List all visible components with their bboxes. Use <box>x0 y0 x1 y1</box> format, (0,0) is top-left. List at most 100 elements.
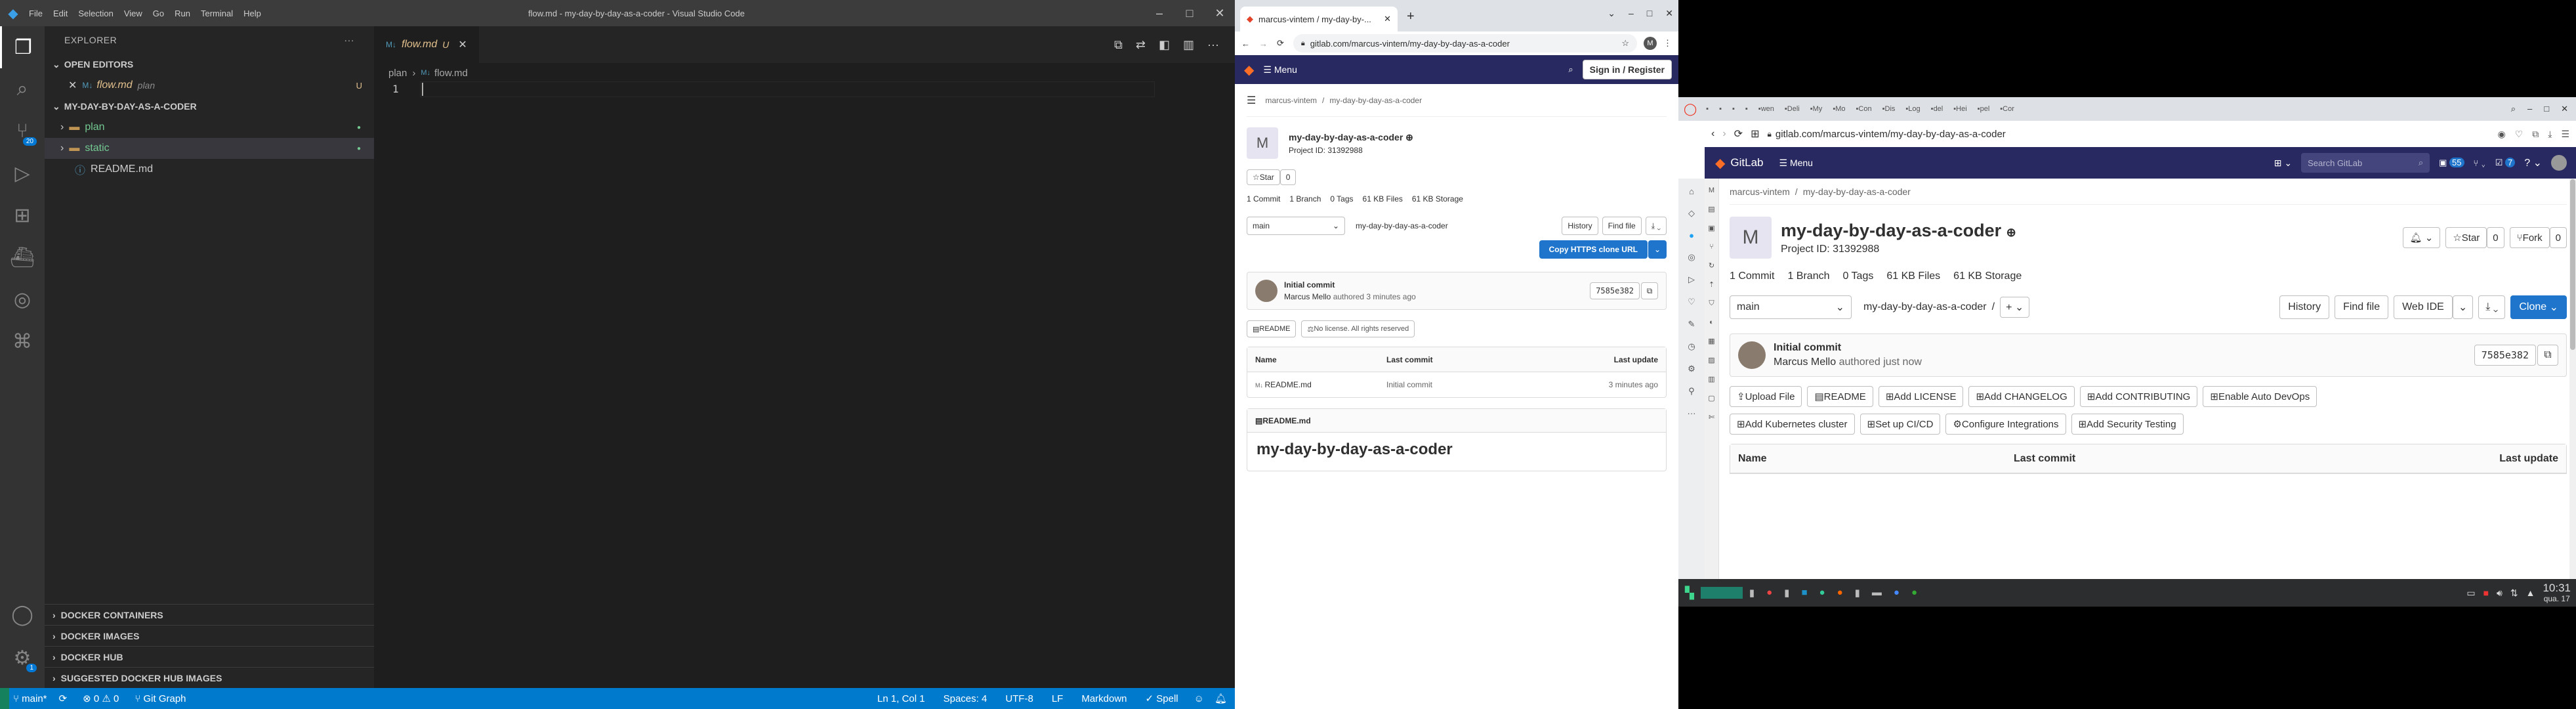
open-changes-icon[interactable]: ◧ <box>1159 38 1170 52</box>
copy-clone-url-button[interactable]: Copy HTTPS clone URL <box>1539 240 1648 259</box>
signin-button[interactable]: Sign in / Register <box>1582 60 1672 79</box>
folder-section[interactable]: ⌄ MY-DAY-BY-DAY-AS-A-CODER <box>45 96 374 117</box>
gitlab-logo-icon[interactable]: ◆ <box>1715 155 1725 171</box>
search-icon[interactable]: ⌕ <box>0 68 45 110</box>
stat-branches[interactable]: 1 Branch <box>1787 270 1829 282</box>
star-count[interactable]: 0 <box>2487 227 2504 248</box>
help-icon[interactable]: ? ⌄ <box>2524 156 2542 169</box>
merge-request-icon[interactable]: ⑂ <box>1709 243 1714 251</box>
browser-tab[interactable]: ▪Dis <box>1879 105 1900 113</box>
menu-run[interactable]: Run <box>175 9 190 18</box>
breadcrumb-item[interactable]: my-day-by-day-as-a-coder <box>1803 186 1911 197</box>
menu-go[interactable]: Go <box>153 9 164 18</box>
stat-commits[interactable]: 1 Commit <box>1247 194 1280 204</box>
camera-icon[interactable]: ◉ <box>2497 129 2505 140</box>
app-icon[interactable]: ▮ <box>1855 587 1860 599</box>
security-icon[interactable]: ⛉ <box>1709 299 1714 308</box>
browser-tab[interactable]: ▪ <box>1702 105 1713 113</box>
menu-button[interactable]: ☰ Menu <box>1779 158 1812 169</box>
twitter-icon[interactable]: ● <box>1689 230 1694 240</box>
browser-tab[interactable]: ▪Deli <box>1781 105 1804 113</box>
docker-icon[interactable]: ⛴ <box>0 236 45 278</box>
stat-tags[interactable]: 0 Tags <box>1843 270 1874 282</box>
star-button[interactable]: ☆ Star <box>2445 227 2487 248</box>
menu-help[interactable]: Help <box>243 9 261 18</box>
browser-tab[interactable]: ▪ <box>1728 105 1739 113</box>
gitlab-logo-icon[interactable]: ◆ <box>1244 62 1254 78</box>
add-contributing-button[interactable]: ⊞ Add CONTRIBUTING <box>2079 386 2198 407</box>
source-control-icon[interactable]: ⑂ 20 <box>0 110 45 152</box>
tree-item-static[interactable]: › ▬ static ● <box>45 138 374 159</box>
app-icon[interactable]: ● <box>1766 587 1772 599</box>
player-icon[interactable]: ▷ <box>1688 274 1695 285</box>
clock[interactable]: 10:31 qua. 17 <box>2543 582 2571 603</box>
tree-item-readme[interactable]: ⓘ README.md <box>45 159 374 180</box>
add-security-testing-button[interactable]: ⊞ Add Security Testing <box>2071 414 2184 435</box>
bookmark-star-icon[interactable]: ☆ <box>1621 38 1629 49</box>
commit-sha[interactable]: 7585e382 <box>1590 282 1640 299</box>
extensions-icon[interactable]: ⊞ <box>0 194 45 236</box>
heart-icon[interactable]: ♡ <box>1688 297 1695 307</box>
analytics-icon[interactable]: ▥ <box>1708 375 1714 383</box>
deployments-icon[interactable]: ⇡ <box>1709 280 1714 289</box>
close-tab-icon[interactable]: ✕ <box>1384 14 1391 24</box>
back-icon[interactable]: ← <box>1241 39 1250 49</box>
crypto-icon[interactable]: ◎ <box>1688 252 1695 263</box>
minimize-icon[interactable]: – <box>1144 0 1174 26</box>
tab-search-icon[interactable]: ⌄ <box>1608 8 1615 19</box>
web-ide-button[interactable]: Web IDE <box>2394 295 2453 319</box>
breadcrumb-item[interactable]: flow.md <box>434 68 468 79</box>
spell-check[interactable]: ✓ Spell <box>1146 693 1178 704</box>
close-editor-icon[interactable]: ✕ <box>68 79 77 92</box>
issues-icon[interactable]: ▣ <box>1708 224 1714 232</box>
speed-dial-icon[interactable]: ⊞ <box>1751 127 1759 140</box>
clone-dropdown-button[interactable]: ⌄ <box>1648 240 1667 259</box>
close-icon[interactable]: ✕ <box>1665 8 1673 19</box>
menu-view[interactable]: View <box>124 9 142 18</box>
commit-sha[interactable]: 7585e382 <box>2474 345 2536 366</box>
stat-files[interactable]: 61 KB Files <box>1363 194 1403 204</box>
browser-tab[interactable]: ▪Mo <box>1829 105 1849 113</box>
commit-title[interactable]: Initial commit <box>1774 342 1922 354</box>
remote-indicator-icon[interactable] <box>0 688 9 709</box>
network-icon[interactable]: ⇅ <box>2510 588 2518 599</box>
maximize-icon[interactable]: □ <box>1647 8 1652 19</box>
stat-tags[interactable]: 0 Tags <box>1330 194 1353 204</box>
split-editor-icon[interactable]: ▥ <box>1183 38 1194 52</box>
download-button[interactable]: ⤓ ⌄ <box>1645 217 1667 235</box>
add-changelog-button[interactable]: ⊞ Add CHANGELOG <box>1968 386 2075 407</box>
stat-files[interactable]: 61 KB Files <box>1886 270 1940 282</box>
more-actions-icon[interactable]: ··· <box>1207 38 1219 52</box>
feedback-icon[interactable]: ☺ <box>1194 693 1204 704</box>
profile-avatar[interactable]: M <box>1644 37 1657 50</box>
accounts-icon[interactable]: ◯ <box>0 593 45 635</box>
user-avatar[interactable] <box>2551 155 2567 171</box>
notifications-icon[interactable]: 🔔︎ <box>1215 693 1227 704</box>
breadcrumb-item[interactable]: marcus-vintem <box>1730 186 1790 197</box>
browser-tab[interactable]: ▪Log <box>1901 105 1924 113</box>
sidebar-toggle-icon[interactable]: ☰ <box>1247 94 1256 107</box>
settings-icon[interactable]: ⚙ <box>1688 364 1695 374</box>
menu-file[interactable]: File <box>29 9 43 18</box>
sync-icon[interactable]: ⟳ <box>59 693 68 704</box>
browser-tab[interactable]: ▪Con <box>1852 105 1876 113</box>
app-icon[interactable]: ● <box>1894 587 1900 599</box>
lightbulb-icon[interactable]: ⚲ <box>1688 386 1695 397</box>
issues-button[interactable]: ▣ 55 <box>2439 158 2464 168</box>
tab-flow-md[interactable]: M↓ flow.md U ✕ <box>374 26 479 63</box>
maximize-icon[interactable]: □ <box>2544 104 2549 114</box>
reload-icon[interactable]: ⟳ <box>1734 127 1743 140</box>
url-text[interactable]: gitlab.com/marcus-vintem/my-day-by-day-a… <box>1776 129 2006 140</box>
edit-icon[interactable]: ✎ <box>1688 319 1695 330</box>
download-icon[interactable]: ⤓ <box>2548 129 2552 140</box>
indentation[interactable]: Spaces: 4 <box>944 693 987 704</box>
app-icon[interactable]: ■ <box>1801 587 1807 599</box>
settings-gear-icon[interactable]: ⚙ 1 <box>0 637 45 679</box>
maximize-icon[interactable]: □ <box>1174 0 1205 26</box>
infrastructure-icon[interactable]: ▦ <box>1708 337 1714 345</box>
branch-selector[interactable]: main ⌄ <box>1730 295 1852 319</box>
browser-tab[interactable]: ◆ marcus-vintem / my-day-by-... ✕ <box>1240 7 1398 32</box>
browser-tab[interactable]: ▪My <box>1806 105 1827 113</box>
breadcrumb-item[interactable]: plan <box>388 68 407 79</box>
breadcrumb-item[interactable]: my-day-by-day-as-a-coder <box>1329 96 1422 105</box>
